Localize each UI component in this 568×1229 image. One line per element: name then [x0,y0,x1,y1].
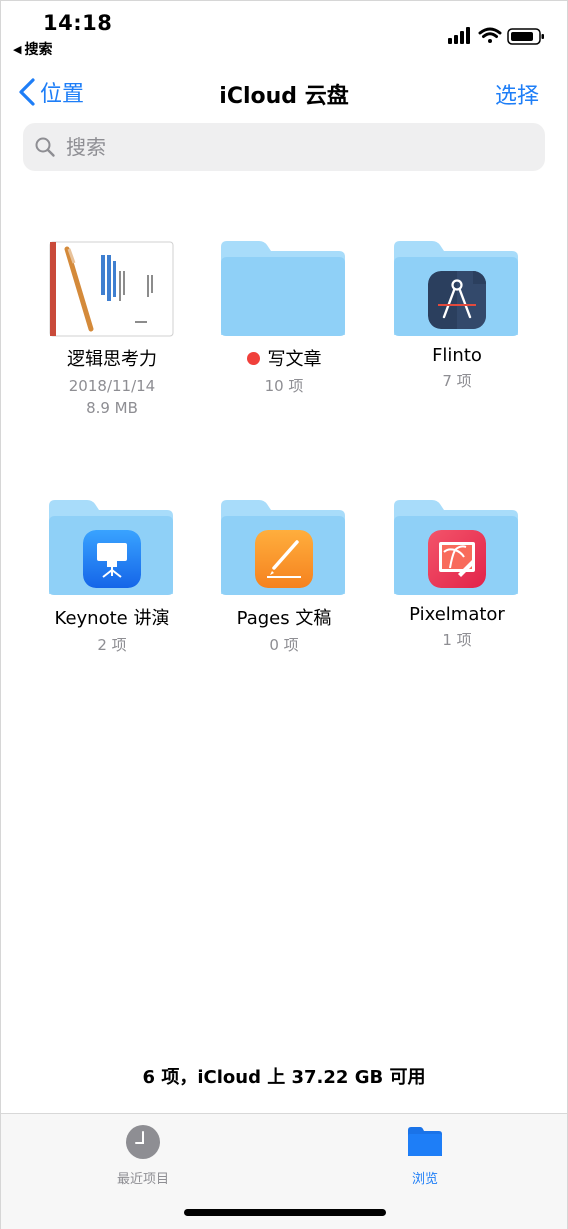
pages-icon [255,530,313,588]
folder-item[interactable]: Keynote 讲演 2 项 [27,500,197,656]
folder-name: 写文章 [267,349,322,370]
status-icons [448,27,544,45]
tab-browse-label: 浏览 [411,1172,438,1187]
folder-count: 2 项 [97,636,127,654]
file-name: 逻辑思考力 [67,349,157,370]
tab-recents-label: 最近项目 [116,1172,169,1187]
back-to-app-link[interactable]: ◀ 搜索 [13,39,52,59]
folder-icon [49,500,175,598]
folder-icon [408,1127,442,1156]
folder-name: Pages 文稿 [236,608,332,629]
folder-count: 0 项 [269,636,299,654]
folder-item[interactable]: Pixelmator 1 项 [372,500,542,651]
flinto-icon [428,271,486,329]
cellular-signal-icon [448,27,470,44]
folder-icon [221,500,347,598]
folder-name: Flinto [432,345,482,366]
search-bar[interactable] [23,123,545,171]
tab-recents[interactable]: 最近项目 [83,1124,203,1187]
page-title: iCloud 云盘 [219,84,349,109]
file-item[interactable]: 逻辑思考力 2018/11/14 8.9 MB [27,241,197,419]
folder-item[interactable]: 写文章 10 项 [199,241,369,397]
folder-icon [394,500,520,598]
back-app-label: 搜索 [24,42,53,58]
file-size: 8.9 MB [86,399,138,417]
search-input[interactable] [64,134,508,160]
folder-count: 1 项 [442,631,472,649]
folder-name: Keynote 讲演 [54,608,170,629]
folder-item[interactable]: Pages 文稿 0 项 [199,500,369,656]
keynote-icon [83,530,141,588]
back-triangle-icon: ◀ [13,42,22,56]
tab-browse[interactable]: 浏览 [365,1124,485,1187]
folder-name: Pixelmator [409,604,505,625]
storage-summary: 6 项，iCloud 上 37.22 GB 可用 [142,1067,426,1088]
file-date: 2018/11/14 [68,377,156,395]
folder-count: 7 项 [442,372,472,390]
home-indicator [184,1209,386,1216]
search-icon [35,137,55,157]
status-time: 14:18 [43,11,113,35]
folder-item[interactable]: Flinto 7 项 [372,241,542,392]
wifi-icon [478,27,502,43]
folder-icon [394,241,520,339]
folder-count: 10 项 [264,377,304,395]
red-tag-dot [246,351,260,365]
document-thumbnail [49,241,175,339]
select-button[interactable]: 选择 [495,78,539,110]
clock-icon [126,1125,160,1159]
battery-icon [507,28,544,45]
folder-icon [221,241,347,339]
pixelmator-icon [428,530,486,588]
